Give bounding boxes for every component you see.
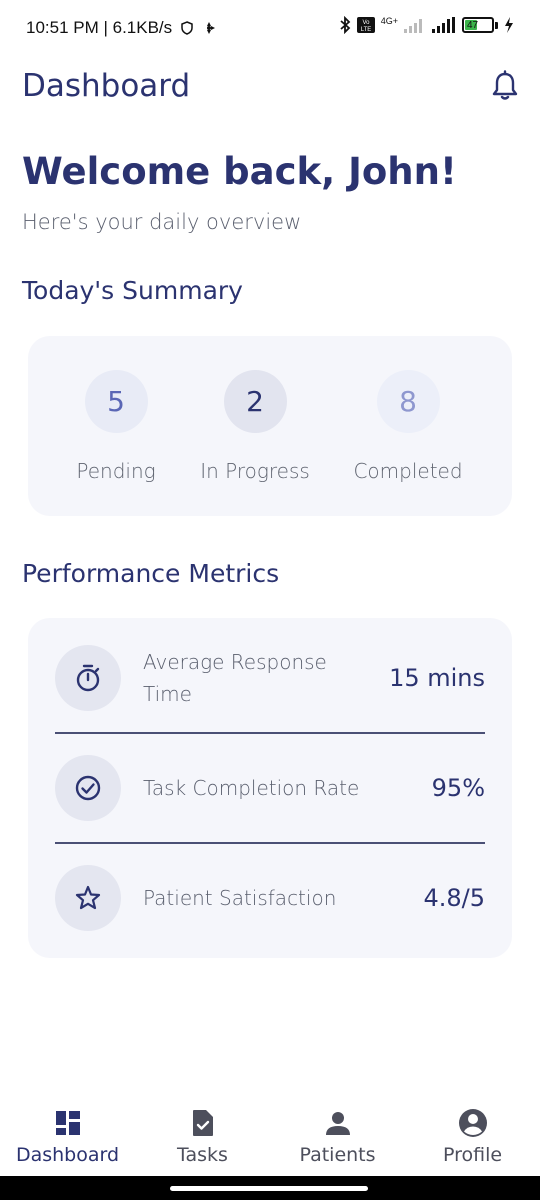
status-time: 10:51 PM | 6.1KB/s <box>26 18 173 37</box>
nav-profile[interactable]: Profile <box>405 1096 540 1176</box>
metric-response-time-value: 15 mins <box>389 664 485 692</box>
welcome-heading: Welcome back, John! <box>22 150 457 193</box>
star-icon <box>55 865 121 931</box>
stat-pending[interactable]: 5 Pending <box>41 370 191 483</box>
welcome-subtitle: Here's your daily overview <box>22 210 302 234</box>
page-title: Dashboard <box>22 68 191 104</box>
stat-in-progress[interactable]: 2 In Progress <box>180 370 330 483</box>
stat-completed-label: Completed <box>353 459 463 483</box>
metric-satisfaction-label: Patient Satisfaction <box>143 886 337 910</box>
check-circle-icon <box>55 755 121 821</box>
charging-icon <box>504 17 514 33</box>
svg-text:Vo: Vo <box>362 20 370 26</box>
timer-icon <box>55 645 121 711</box>
account-circle-icon <box>458 1108 488 1138</box>
stat-completed[interactable]: 8 Completed <box>333 370 483 483</box>
notification-bell-icon[interactable] <box>490 70 520 102</box>
status-left: 10:51 PM | 6.1KB/s <box>26 18 216 38</box>
status-right: Vo LTE 4G+ 47 <box>339 16 514 34</box>
stat-in-progress-label: In Progress <box>200 459 310 483</box>
metric-satisfaction-value: 4.8/5 <box>423 884 485 912</box>
home-indicator[interactable] <box>170 1186 368 1191</box>
signal-icon <box>404 17 426 33</box>
nav-tasks-label: Tasks <box>177 1144 228 1166</box>
signal-icon-2 <box>432 17 456 33</box>
nav-dashboard-label: Dashboard <box>15 1144 120 1166</box>
bluetooth-icon <box>339 16 351 34</box>
metric-response-time-label: Average Response Time <box>143 650 327 706</box>
metric-completion-rate: Task Completion Rate 95% <box>55 755 485 821</box>
stat-in-progress-value: 2 <box>223 370 287 433</box>
nav-patients[interactable]: Patients <box>270 1096 405 1176</box>
nav-patients-label: Patients <box>299 1144 376 1166</box>
metric-completion-rate-value: 95% <box>431 774 485 802</box>
metrics-title: Performance Metrics <box>22 559 280 588</box>
divider <box>55 842 485 844</box>
stat-pending-value: 5 <box>84 370 148 433</box>
stat-completed-value: 8 <box>376 370 440 433</box>
volte-icon: Vo LTE <box>356 17 375 33</box>
metric-response-time: Average Response Time 15 mins <box>55 645 485 711</box>
summary-card: 5 Pending 2 In Progress 8 Completed <box>28 336 512 516</box>
metric-satisfaction: Patient Satisfaction 4.8/5 <box>55 865 485 931</box>
svg-text:LTE: LTE <box>360 27 371 33</box>
network-type: 4G+ <box>380 16 398 26</box>
divider <box>55 732 485 734</box>
nav-dashboard[interactable]: Dashboard <box>0 1096 135 1176</box>
bottom-nav: Dashboard Tasks Patients Profile <box>0 1096 540 1176</box>
app-header: Dashboard <box>22 68 520 108</box>
nav-tasks[interactable]: Tasks <box>135 1096 270 1176</box>
battery-icon: 47 <box>462 17 498 33</box>
status-bar: 10:51 PM | 6.1KB/s Vo LTE 4G+ 47 <box>0 0 540 58</box>
battery-level: 47 <box>465 19 479 31</box>
dashboard-icon <box>53 1108 83 1138</box>
nav-profile-label: Profile <box>442 1144 503 1166</box>
tasks-icon <box>188 1108 218 1138</box>
shield-icon <box>180 21 194 35</box>
fan-icon <box>202 21 216 35</box>
metrics-card: Average Response Time 15 mins Task Compl… <box>28 618 512 958</box>
stat-pending-label: Pending <box>76 459 156 483</box>
summary-title: Today's Summary <box>22 276 243 305</box>
metric-completion-rate-label: Task Completion Rate <box>143 776 360 800</box>
person-icon <box>323 1108 353 1138</box>
